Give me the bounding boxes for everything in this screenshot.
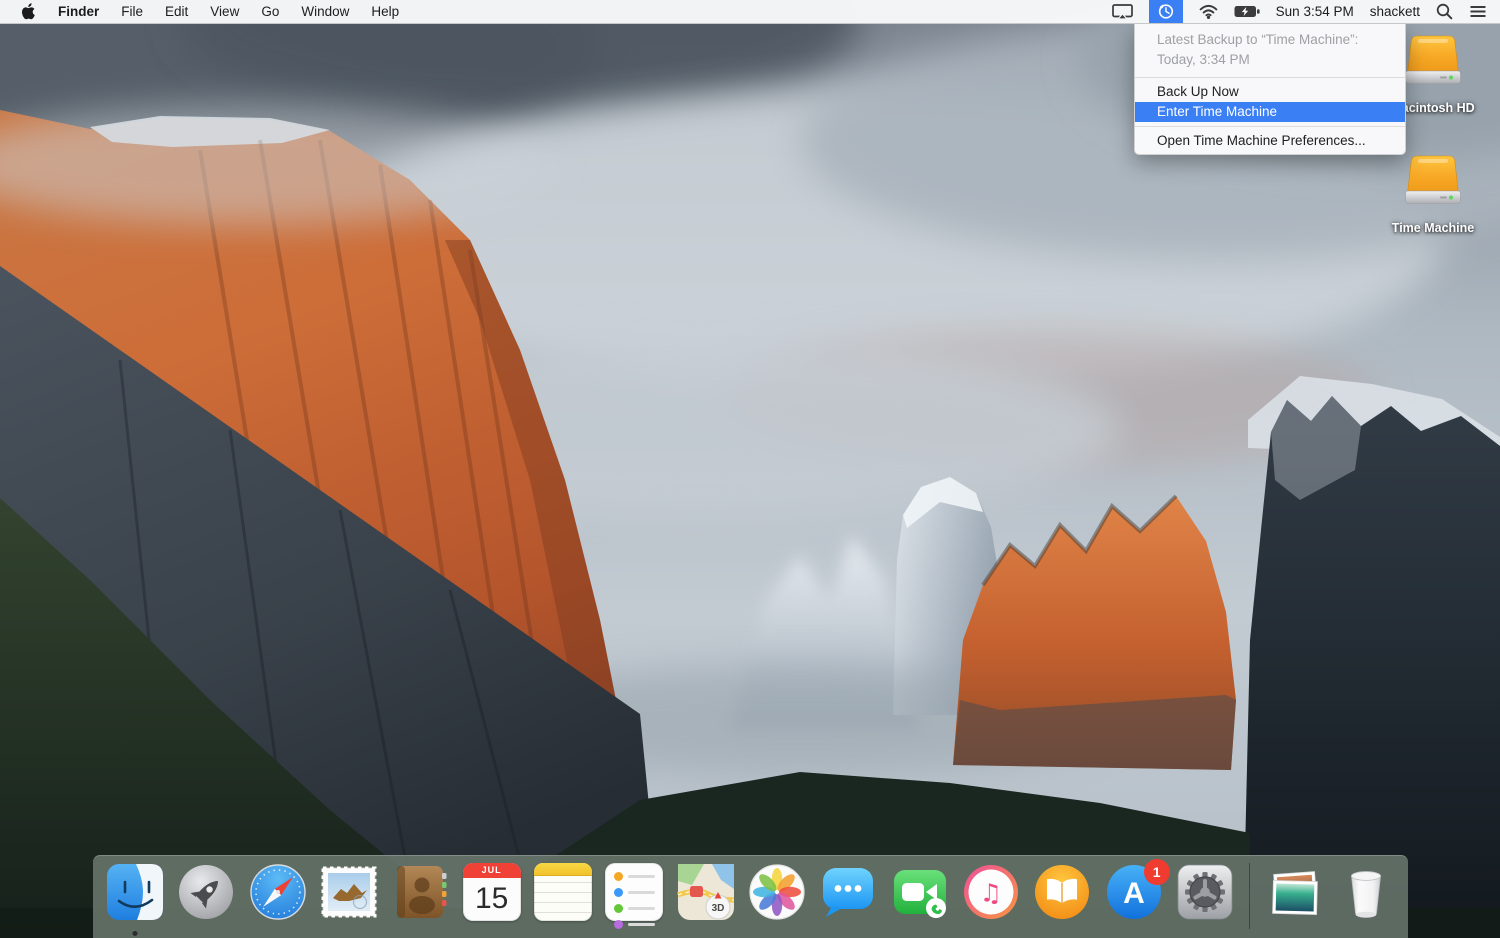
apple-menu[interactable] xyxy=(0,0,47,23)
wifi-icon xyxy=(1199,4,1218,19)
time-machine-menu-button[interactable] xyxy=(1148,0,1183,23)
menu-bar-clock[interactable]: Sun 3:54 PM xyxy=(1276,0,1354,23)
dock-item-itunes[interactable]: ♫ xyxy=(962,863,1020,921)
dock: JUL 15 3D ♫ A 1 xyxy=(93,855,1408,938)
menu-edit[interactable]: Edit xyxy=(154,0,199,23)
menu-bar-status: Sun 3:54 PM shackett xyxy=(1111,0,1500,23)
menu-item-back-up-now[interactable]: Back Up Now xyxy=(1135,82,1405,102)
calendar-icon: JUL 15 xyxy=(462,863,521,921)
latest-backup-line1: Latest Backup to “Time Machine”: xyxy=(1157,32,1359,47)
menu-bar-left: Finder File Edit View Go Window Help xyxy=(0,0,410,23)
menu-view[interactable]: View xyxy=(199,0,250,23)
dock-item-pictures-stack[interactable] xyxy=(1266,863,1324,921)
dock-item-ibooks[interactable] xyxy=(1033,863,1091,921)
menu-separator xyxy=(1135,77,1405,78)
trash-icon xyxy=(1350,871,1381,918)
external-drive-icon xyxy=(1405,35,1461,84)
menu-go[interactable]: Go xyxy=(250,0,290,23)
dock-item-launchpad[interactable] xyxy=(177,863,235,921)
dock-item-notes[interactable] xyxy=(533,863,592,921)
pictures-stack-icon xyxy=(1271,871,1318,915)
airplay-menu-button[interactable] xyxy=(1111,0,1133,23)
ibooks-book-icon xyxy=(1035,865,1090,919)
latest-backup-line2: Today, 3:34 PM xyxy=(1157,52,1250,67)
mail-stamp-icon xyxy=(321,866,377,918)
photos-pinwheel-icon xyxy=(749,864,805,920)
battery-menu-button[interactable] xyxy=(1234,0,1260,23)
desktop: Macintosh HD Time Machine Finder File Ed… xyxy=(0,0,1500,938)
itunes-music-icon: ♫ xyxy=(963,865,1018,919)
maps-icon: 3D xyxy=(676,864,734,920)
external-drive-icon xyxy=(1405,155,1461,204)
dock-item-messages[interactable] xyxy=(819,863,877,921)
apple-logo-icon xyxy=(21,3,35,20)
dock-item-calendar[interactable]: JUL 15 xyxy=(462,863,521,921)
menu-file[interactable]: File xyxy=(110,0,154,23)
airplay-display-icon xyxy=(1111,4,1133,19)
dock-item-maps[interactable]: 3D xyxy=(676,863,735,921)
calendar-day: 15 xyxy=(474,882,509,915)
dock-item-trash[interactable] xyxy=(1337,863,1395,921)
dock-item-photos[interactable] xyxy=(748,863,806,921)
facetime-camera-icon xyxy=(893,870,946,918)
dock-item-mail[interactable] xyxy=(320,863,378,921)
system-preferences-gear-icon xyxy=(1177,864,1233,920)
contacts-book-icon xyxy=(397,866,447,918)
dock-item-app-store[interactable]: A 1 xyxy=(1105,859,1170,921)
messages-bubble-icon xyxy=(823,868,874,917)
dock-item-finder[interactable] xyxy=(106,863,164,936)
desktop-drive-time-machine[interactable]: Time Machine xyxy=(1372,148,1494,235)
reminders-icon xyxy=(605,863,664,929)
time-machine-dropdown-menu: Latest Backup to “Time Machine”: Today, … xyxy=(1134,24,1406,155)
dock-item-system-preferences[interactable] xyxy=(1176,863,1234,921)
calendar-month: JUL xyxy=(462,863,521,878)
notes-icon xyxy=(533,863,592,921)
wifi-menu-button[interactable] xyxy=(1199,0,1218,23)
app-store-notification-badge: 1 xyxy=(1143,859,1170,885)
drive-label: Time Machine xyxy=(1391,221,1475,235)
search-icon xyxy=(1436,3,1453,20)
menu-bar-user[interactable]: shackett xyxy=(1370,0,1420,23)
dock-separator xyxy=(1249,863,1251,929)
safari-compass-icon xyxy=(249,864,306,920)
battery-charging-icon xyxy=(1234,6,1260,17)
menu-item-open-time-machine-preferences[interactable]: Open Time Machine Preferences... xyxy=(1135,131,1405,151)
menu-separator xyxy=(1135,126,1405,127)
notes-top-band xyxy=(533,863,592,876)
latest-backup-status: Latest Backup to “Time Machine”: Today, … xyxy=(1135,24,1405,73)
dock-item-contacts[interactable] xyxy=(391,863,449,921)
dock-item-safari[interactable] xyxy=(249,863,307,921)
music-note-glyph: ♫ xyxy=(980,879,1002,908)
maps-3d-badge: 3D xyxy=(711,903,724,914)
dock-item-facetime[interactable] xyxy=(891,863,949,921)
finder-icon xyxy=(107,864,163,920)
finder-running-indicator xyxy=(132,931,138,936)
launchpad-rocket-icon xyxy=(179,865,234,919)
dock-item-reminders[interactable] xyxy=(605,863,664,929)
time-machine-clock-icon xyxy=(1159,4,1174,19)
menu-item-enter-time-machine[interactable]: Enter Time Machine xyxy=(1135,102,1405,122)
menu-bar: Finder File Edit View Go Window Help Sun… xyxy=(0,0,1500,24)
list-lines-icon xyxy=(1470,6,1486,17)
app-store-letter: A xyxy=(1123,877,1145,910)
spotlight-menu-button[interactable] xyxy=(1436,0,1453,23)
menu-app-name[interactable]: Finder xyxy=(47,0,110,23)
notification-center-button[interactable] xyxy=(1469,0,1487,23)
menu-window[interactable]: Window xyxy=(290,0,360,23)
menu-help[interactable]: Help xyxy=(360,0,410,23)
